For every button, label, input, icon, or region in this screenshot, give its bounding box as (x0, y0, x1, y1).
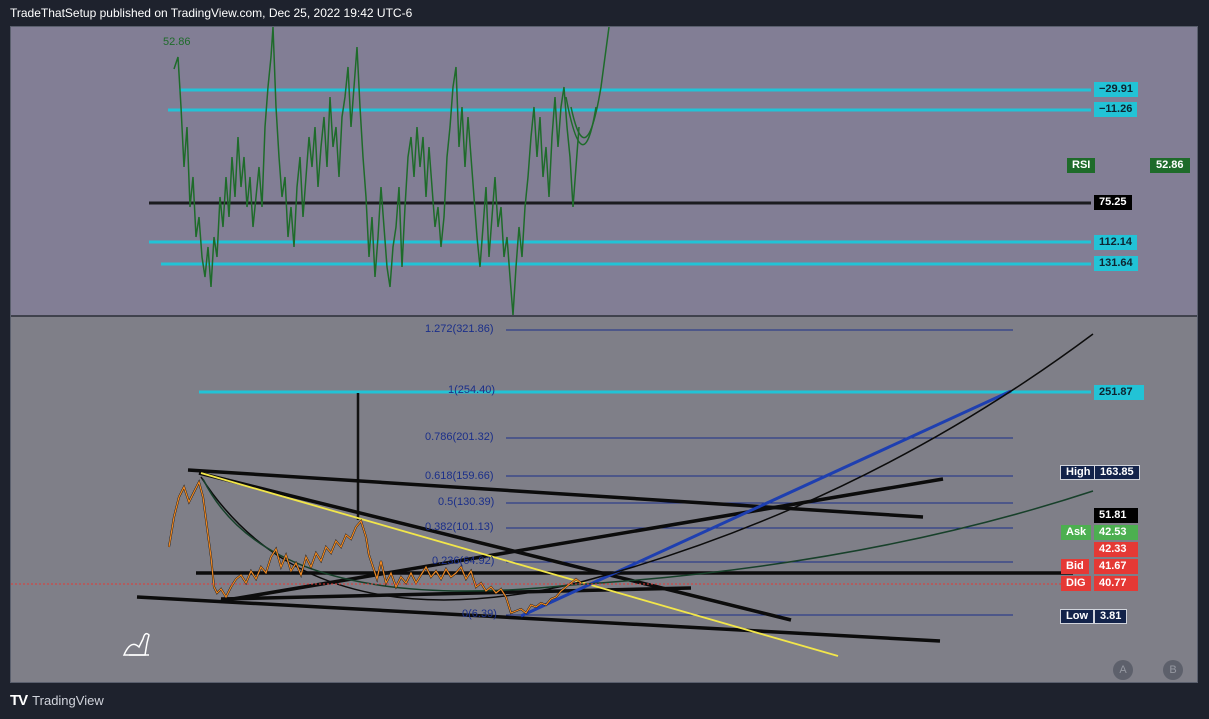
tradingview-logo-icon: TV (10, 692, 28, 709)
fib-label: 0.236(64.92) (432, 555, 495, 567)
rsi-curve (570, 27, 610, 139)
brand-name: TradingView (32, 693, 104, 708)
high-value: 163.85 (1094, 465, 1140, 480)
black-curve (200, 333, 1094, 601)
bid-value: 41.67 (1094, 559, 1138, 574)
rsi-value-tag: 52.86 (1150, 158, 1190, 173)
chart-area[interactable]: 52.86 −29.91 −11.26 RSI 52.86 75.25 112.… (10, 26, 1198, 683)
fib-label: 1.272(321.86) (425, 323, 494, 335)
ask-value: 42.53 (1094, 525, 1138, 540)
rsi-value-label: 52.86 (163, 36, 191, 48)
rsi-level-tag: 75.25 (1094, 195, 1132, 210)
fib-label: 0(6.39) (462, 608, 497, 620)
rsi-line (173, 27, 580, 316)
ask-label: Ask (1061, 525, 1092, 540)
fib-label: 0.786(201.32) (425, 431, 494, 443)
dino-icon (122, 632, 150, 656)
low-value: 3.81 (1094, 609, 1128, 624)
footer: TV TradingView (10, 692, 104, 709)
high-label: High (1060, 465, 1097, 480)
last-price-tag: 51.81 (1094, 508, 1138, 523)
dig-label: DIG (1061, 576, 1091, 591)
button-b[interactable]: B (1163, 660, 1183, 680)
fib-label: 0.618(159.66) (425, 470, 494, 482)
bid-label: Bid (1061, 559, 1089, 574)
rsi-tag: RSI (1067, 158, 1096, 173)
dig-value: 40.77 (1094, 576, 1138, 591)
chart-drawings[interactable] (11, 27, 1198, 683)
level-251-tag: 251.87 (1094, 385, 1144, 400)
fib-label: 0.382(101.13) (425, 521, 494, 533)
publisher-header: TradeThatSetup published on TradingView.… (10, 6, 413, 20)
mid-price-tag: 42.33 (1094, 542, 1138, 557)
fib-label: 0.5(130.39) (438, 496, 495, 508)
rsi-level-tag: 112.14 (1094, 235, 1138, 250)
fib-label: 1(254.40) (448, 384, 496, 396)
button-a[interactable]: A (1113, 660, 1133, 680)
low-label: Low (1060, 609, 1094, 624)
rsi-curve (565, 96, 597, 146)
rsi-level-tag: −11.26 (1094, 102, 1138, 117)
rsi-level-tag: −29.91 (1094, 82, 1138, 97)
rsi-level-tag: 131.64 (1094, 256, 1138, 271)
